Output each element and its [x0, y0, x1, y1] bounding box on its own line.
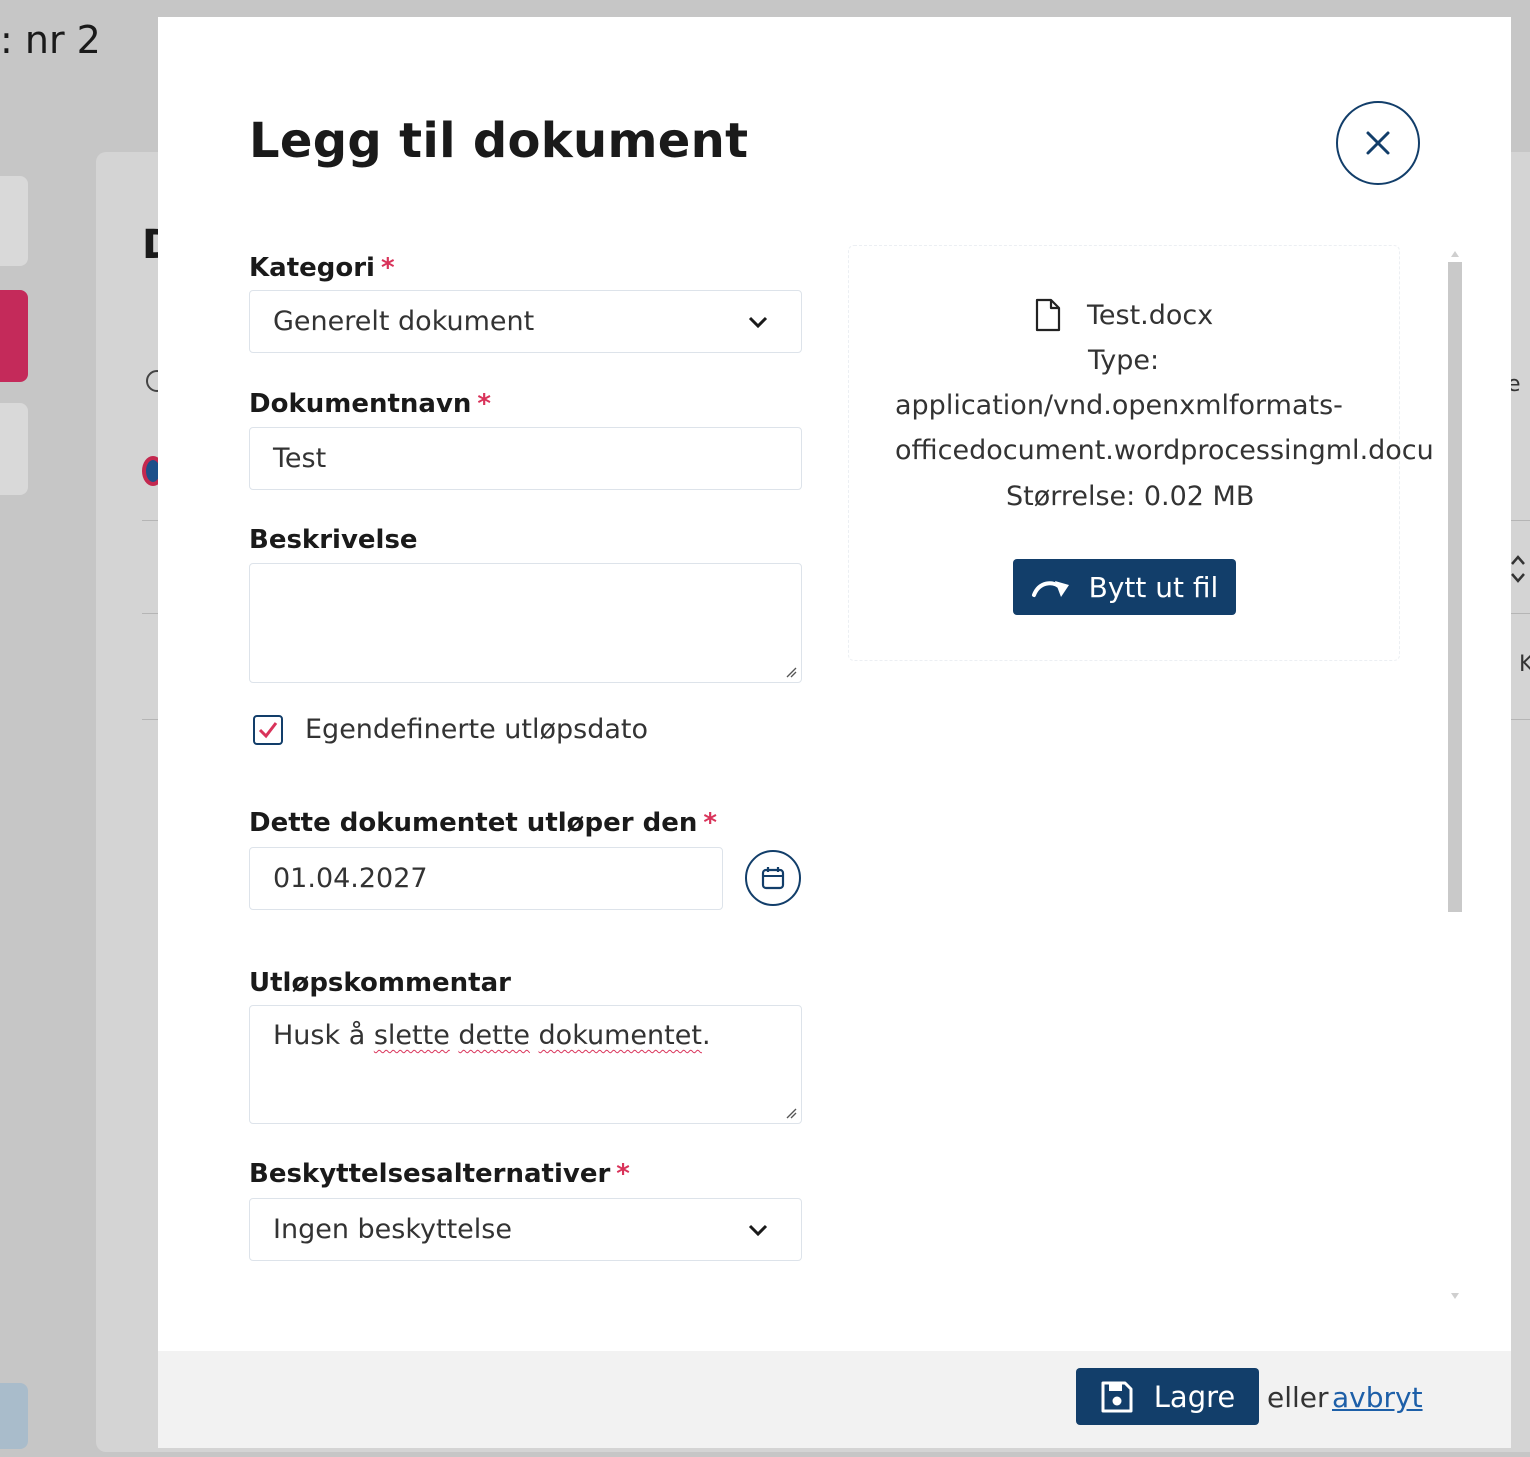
custom-expiry-row[interactable]: Egendefinerte utløpsdato	[253, 714, 648, 745]
protection-select[interactable]: Ingen beskyttelse	[249, 1198, 802, 1261]
replace-file-label: Bytt ut fil	[1088, 570, 1219, 604]
protection-label: Beskyttelsesalternativer *	[249, 1159, 630, 1189]
calendar-icon	[761, 867, 785, 890]
expiry-comment-label: Utløpskommentar	[249, 968, 511, 998]
sort-icon	[1511, 555, 1525, 583]
save-button[interactable]: Lagre	[1076, 1368, 1259, 1425]
modal-footer: Lagre eller avbryt	[158, 1351, 1511, 1448]
document-name-input[interactable]: Test	[249, 427, 802, 490]
scroll-down-arrow-icon[interactable]	[1451, 1293, 1459, 1299]
document-name-label: Dokumentnavn *	[249, 389, 492, 419]
description-textarea[interactable]	[249, 563, 802, 683]
file-icon	[1035, 298, 1061, 332]
background-sidebar-item	[0, 1383, 28, 1449]
modal-title: Legg til dokument	[249, 113, 749, 169]
expiry-date-value: 01.04.2027	[273, 863, 428, 894]
chevron-down-icon	[748, 316, 768, 328]
file-type-line: application/vnd.openxmlformats-	[895, 390, 1343, 421]
footer-or-text: eller	[1267, 1381, 1329, 1414]
add-document-modal: Legg til dokument Kategori * Generelt dok…	[158, 17, 1511, 1448]
background-sidebar-item	[0, 403, 28, 495]
expiry-date-label: Dette dokumentet utløper den *	[249, 808, 718, 838]
required-marker: *	[703, 808, 718, 838]
cancel-link[interactable]: avbryt	[1332, 1381, 1423, 1414]
expiry-comment-value: Husk å slette dette dokumentet.	[273, 1020, 711, 1051]
file-size: Størrelse: 0.02 MB	[1006, 481, 1255, 512]
expiry-comment-textarea[interactable]: Husk å slette dette dokumentet.	[249, 1005, 802, 1124]
background-sidebar-item	[0, 176, 28, 266]
close-button[interactable]	[1336, 101, 1420, 185]
required-marker: *	[616, 1159, 630, 1189]
custom-expiry-checkbox[interactable]	[253, 714, 283, 745]
replace-file-button[interactable]: Bytt ut fil	[1013, 559, 1236, 615]
category-select[interactable]: Generelt dokument	[249, 290, 802, 353]
custom-expiry-label: Egendefinerte utløpsdato	[305, 714, 648, 745]
background-sidebar-item-active	[0, 290, 28, 382]
background-page-title: : nr 2	[0, 18, 101, 62]
protection-select-value: Ingen beskyttelse	[273, 1214, 512, 1245]
file-type-label: Type:	[1088, 345, 1160, 376]
document-name-value: Test	[273, 443, 327, 474]
checkmark-icon	[258, 721, 278, 738]
file-name: Test.docx	[1087, 299, 1214, 331]
resize-handle-icon[interactable]	[785, 1107, 797, 1119]
save-label: Lagre	[1153, 1379, 1236, 1414]
background-edge-text: K	[1519, 652, 1530, 677]
close-icon	[1366, 131, 1390, 155]
category-select-value: Generelt dokument	[273, 306, 535, 337]
scrollbar-thumb[interactable]	[1448, 262, 1462, 912]
required-marker: *	[477, 389, 492, 419]
redo-arrow-icon	[1031, 581, 1069, 597]
file-type-line: officedocument.wordprocessingml.docu	[895, 435, 1434, 466]
calendar-button[interactable]	[745, 850, 801, 906]
resize-handle-icon[interactable]	[785, 666, 797, 678]
category-label: Kategori *	[249, 253, 395, 283]
description-label: Beskrivelse	[249, 525, 418, 555]
file-name-row: Test.docx	[1034, 298, 1213, 332]
file-info-panel: Test.docx Type: application/vnd.openxmlf…	[848, 245, 1434, 661]
chevron-down-icon	[748, 1224, 768, 1236]
expiry-date-input[interactable]: 01.04.2027	[249, 847, 723, 910]
save-icon	[1101, 1381, 1133, 1412]
required-marker: *	[380, 253, 395, 283]
scroll-up-arrow-icon[interactable]	[1451, 251, 1459, 257]
